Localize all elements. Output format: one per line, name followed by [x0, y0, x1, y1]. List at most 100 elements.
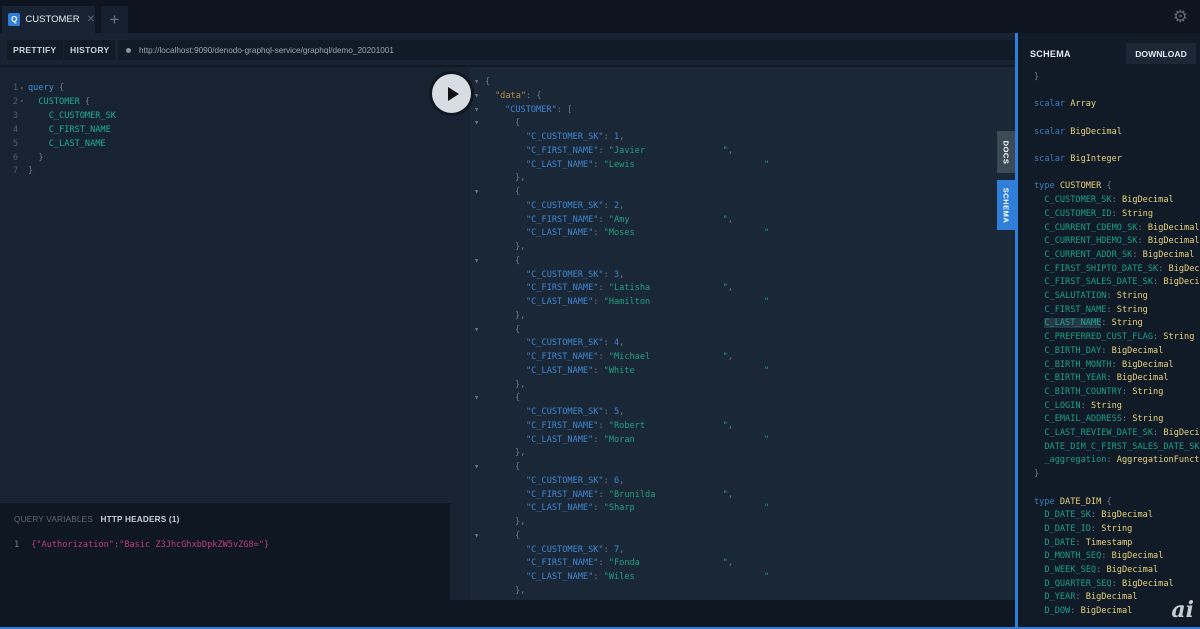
schema-token[interactable]: BigDecimal	[1101, 510, 1153, 520]
schema-token[interactable]: String	[1112, 318, 1143, 328]
schema-token[interactable]: C_EMAIL_ADDRESS	[1034, 414, 1122, 424]
download-button[interactable]: DOWNLOAD	[1126, 43, 1196, 64]
schema-token[interactable]: BigDecimal	[1086, 592, 1138, 602]
schema-token[interactable]: C_LOGIN	[1034, 401, 1080, 411]
schema-line: C_CURRENT_ADDR_SK: BigDecimal	[1034, 248, 1194, 262]
schema-token[interactable]: scalar	[1034, 127, 1070, 137]
fold-arrow-icon[interactable]: ▾	[20, 85, 28, 92]
schema-token[interactable]: Array	[1070, 99, 1096, 109]
headers-editor[interactable]: 1 {"Authorization":"Basic Z3JhcGhxbDpkZW…	[14, 540, 269, 550]
schema-token[interactable]: BigDecimal	[1148, 223, 1200, 233]
schema-token[interactable]: D_DATE_SK	[1034, 510, 1091, 520]
schema-token[interactable]	[1034, 318, 1044, 328]
schema-token[interactable]: scalar	[1034, 99, 1070, 109]
schema-token[interactable]: String	[1117, 291, 1148, 301]
brace: },	[515, 585, 526, 596]
schema-token[interactable]: BigDecimal	[1117, 373, 1169, 383]
schema-token[interactable]: D_QUARTER_SEQ	[1034, 579, 1111, 589]
tab-customer[interactable]: Q CUSTOMER ✕	[2, 6, 95, 33]
schema-token[interactable]: AggregationFunctions	[1117, 455, 1200, 465]
schema-token[interactable]: C_LAST_NAME	[1044, 318, 1102, 329]
schema-token[interactable]: BigDecimal	[1169, 264, 1200, 274]
schema-tab[interactable]: SCHEMA	[997, 180, 1015, 230]
schema-token[interactable]: C_FIRST_SALES_DATE_SK	[1034, 277, 1153, 287]
schema-token[interactable]: BigDecimal	[1163, 277, 1200, 287]
schema-token[interactable]: BigDecimal	[1112, 346, 1164, 356]
schema-token[interactable]: D_WEEK_SEQ	[1034, 565, 1096, 575]
close-tab-icon[interactable]: ✕	[87, 14, 95, 25]
result-viewer[interactable]: ▾{▾ "data": {▾ "CUSTOMER": [▾{"C_CUSTOMER_…	[450, 67, 1015, 600]
schema-token[interactable]: C_CURRENT_ADDR_SK	[1034, 250, 1132, 260]
fold-arrow-icon[interactable]: ▾	[20, 98, 28, 105]
schema-token[interactable]: C_LAST_REVIEW_DATE_SK	[1034, 428, 1153, 438]
schema-token[interactable]: DATE_DIM_C_FIRST_SALES_DATE_SK	[1034, 442, 1199, 452]
schema-token[interactable]: String	[1091, 401, 1122, 411]
schema-token[interactable]: C_FIRST_SHIPTO_DATE_SK	[1034, 264, 1158, 274]
schema-token[interactable]: D_YEAR	[1034, 592, 1075, 602]
punct: :	[603, 475, 614, 486]
fold-arrow-icon[interactable]: ▾	[474, 91, 479, 101]
fold-arrow-icon[interactable]: ▾	[474, 531, 479, 541]
run-query-button[interactable]	[432, 74, 471, 113]
fold-arrow-icon[interactable]: ▾	[474, 393, 479, 403]
schema-token[interactable]: _aggregation	[1034, 455, 1106, 465]
schema-token[interactable]: BigDecimal	[1122, 195, 1174, 205]
schema-line: C_BIRTH_MONTH: BigDecimal	[1034, 358, 1174, 372]
schema-token[interactable]: String	[1122, 209, 1153, 219]
schema-token[interactable]: D_DATE	[1034, 538, 1075, 548]
schema-token[interactable]: BigDecimal	[1106, 565, 1158, 575]
fold-arrow-icon[interactable]: ▾	[474, 105, 479, 115]
schema-token[interactable]: C_FIRST_NAME	[1034, 305, 1106, 315]
schema-token[interactable]: D_MONTH_SEQ	[1034, 551, 1101, 561]
prettify-button[interactable]: PRETTIFY	[7, 40, 63, 60]
schema-token[interactable]: String	[1163, 332, 1194, 342]
schema-token[interactable]: scalar	[1034, 154, 1070, 164]
schema-token[interactable]: C_BIRTH_YEAR	[1034, 373, 1106, 383]
schema-token[interactable]: type	[1034, 497, 1060, 507]
schema-token[interactable]: BigDecimal	[1148, 236, 1200, 246]
fold-arrow-icon[interactable]: ▾	[474, 256, 479, 266]
schema-token[interactable]: C_CURRENT_HDEMO_SK	[1034, 236, 1137, 246]
fold-arrow-icon[interactable]: ▾	[474, 187, 479, 197]
schema-token[interactable]: C_PREFERRED_CUST_FLAG	[1034, 332, 1153, 342]
fold-arrow-icon[interactable]: ▾	[474, 118, 479, 128]
endpoint-url-input[interactable]: http://localhost:9090/denodo-graphql-ser…	[118, 40, 1015, 60]
schema-token[interactable]: String	[1132, 414, 1163, 424]
schema-token[interactable]: DATE_DIM	[1060, 497, 1101, 507]
schema-token[interactable]: C_CUSTOMER_ID	[1034, 209, 1111, 219]
schema-token[interactable]: String	[1132, 387, 1163, 397]
schema-token[interactable]: C_CUSTOMER_SK	[1034, 195, 1111, 205]
fold-arrow-icon[interactable]: ▾	[474, 462, 479, 472]
add-tab-button[interactable]: +	[101, 6, 128, 33]
schema-token[interactable]: BigDecimal	[1081, 606, 1133, 616]
schema-token[interactable]: BigDecimal	[1143, 250, 1195, 260]
tab-http-headers[interactable]: HTTP HEADERS (1)	[100, 515, 179, 524]
tab-query-variables[interactable]: QUERY VARIABLES	[14, 515, 93, 524]
schema-token[interactable]: type	[1034, 181, 1060, 191]
schema-token: :	[1137, 236, 1148, 247]
history-button[interactable]: HISTORY	[64, 40, 116, 60]
query-editor[interactable]: 1 ▾ query {2 ▾ CUSTOMER {3 C_CUSTOMER_SK 4 C…	[0, 67, 450, 502]
schema-token[interactable]: C_BIRTH_COUNTRY	[1034, 387, 1122, 397]
schema-token[interactable]: C_BIRTH_DAY	[1034, 346, 1101, 356]
schema-line: scalar Array	[1034, 97, 1096, 111]
schema-token[interactable]: BigDecimal	[1122, 360, 1174, 370]
schema-token[interactable]: C_CURRENT_CDEMO_SK	[1034, 223, 1137, 233]
gear-icon[interactable]: ⚙	[1173, 7, 1188, 27]
schema-token[interactable]: D_DOW	[1034, 606, 1070, 616]
docs-tab[interactable]: DOCS	[997, 131, 1015, 173]
schema-token[interactable]: String	[1101, 524, 1132, 534]
schema-token[interactable]: CUSTOMER	[1060, 181, 1101, 191]
schema-token[interactable]: BigDecimal	[1122, 579, 1174, 589]
fold-arrow-icon[interactable]: ▾	[474, 77, 479, 87]
schema-token[interactable]: BigDecimal	[1112, 551, 1164, 561]
schema-token[interactable]: Timestamp	[1086, 538, 1133, 548]
schema-token[interactable]: BigInteger	[1070, 154, 1122, 164]
schema-token[interactable]: BigDecimal	[1163, 428, 1200, 438]
fold-arrow-icon[interactable]: ▾	[474, 325, 479, 335]
schema-token[interactable]: C_SALUTATION	[1034, 291, 1106, 301]
schema-token[interactable]: D_DATE_ID	[1034, 524, 1091, 534]
schema-token[interactable]: String	[1117, 305, 1148, 315]
schema-token[interactable]: C_BIRTH_MONTH	[1034, 360, 1111, 370]
schema-token[interactable]: BigDecimal	[1070, 127, 1122, 137]
